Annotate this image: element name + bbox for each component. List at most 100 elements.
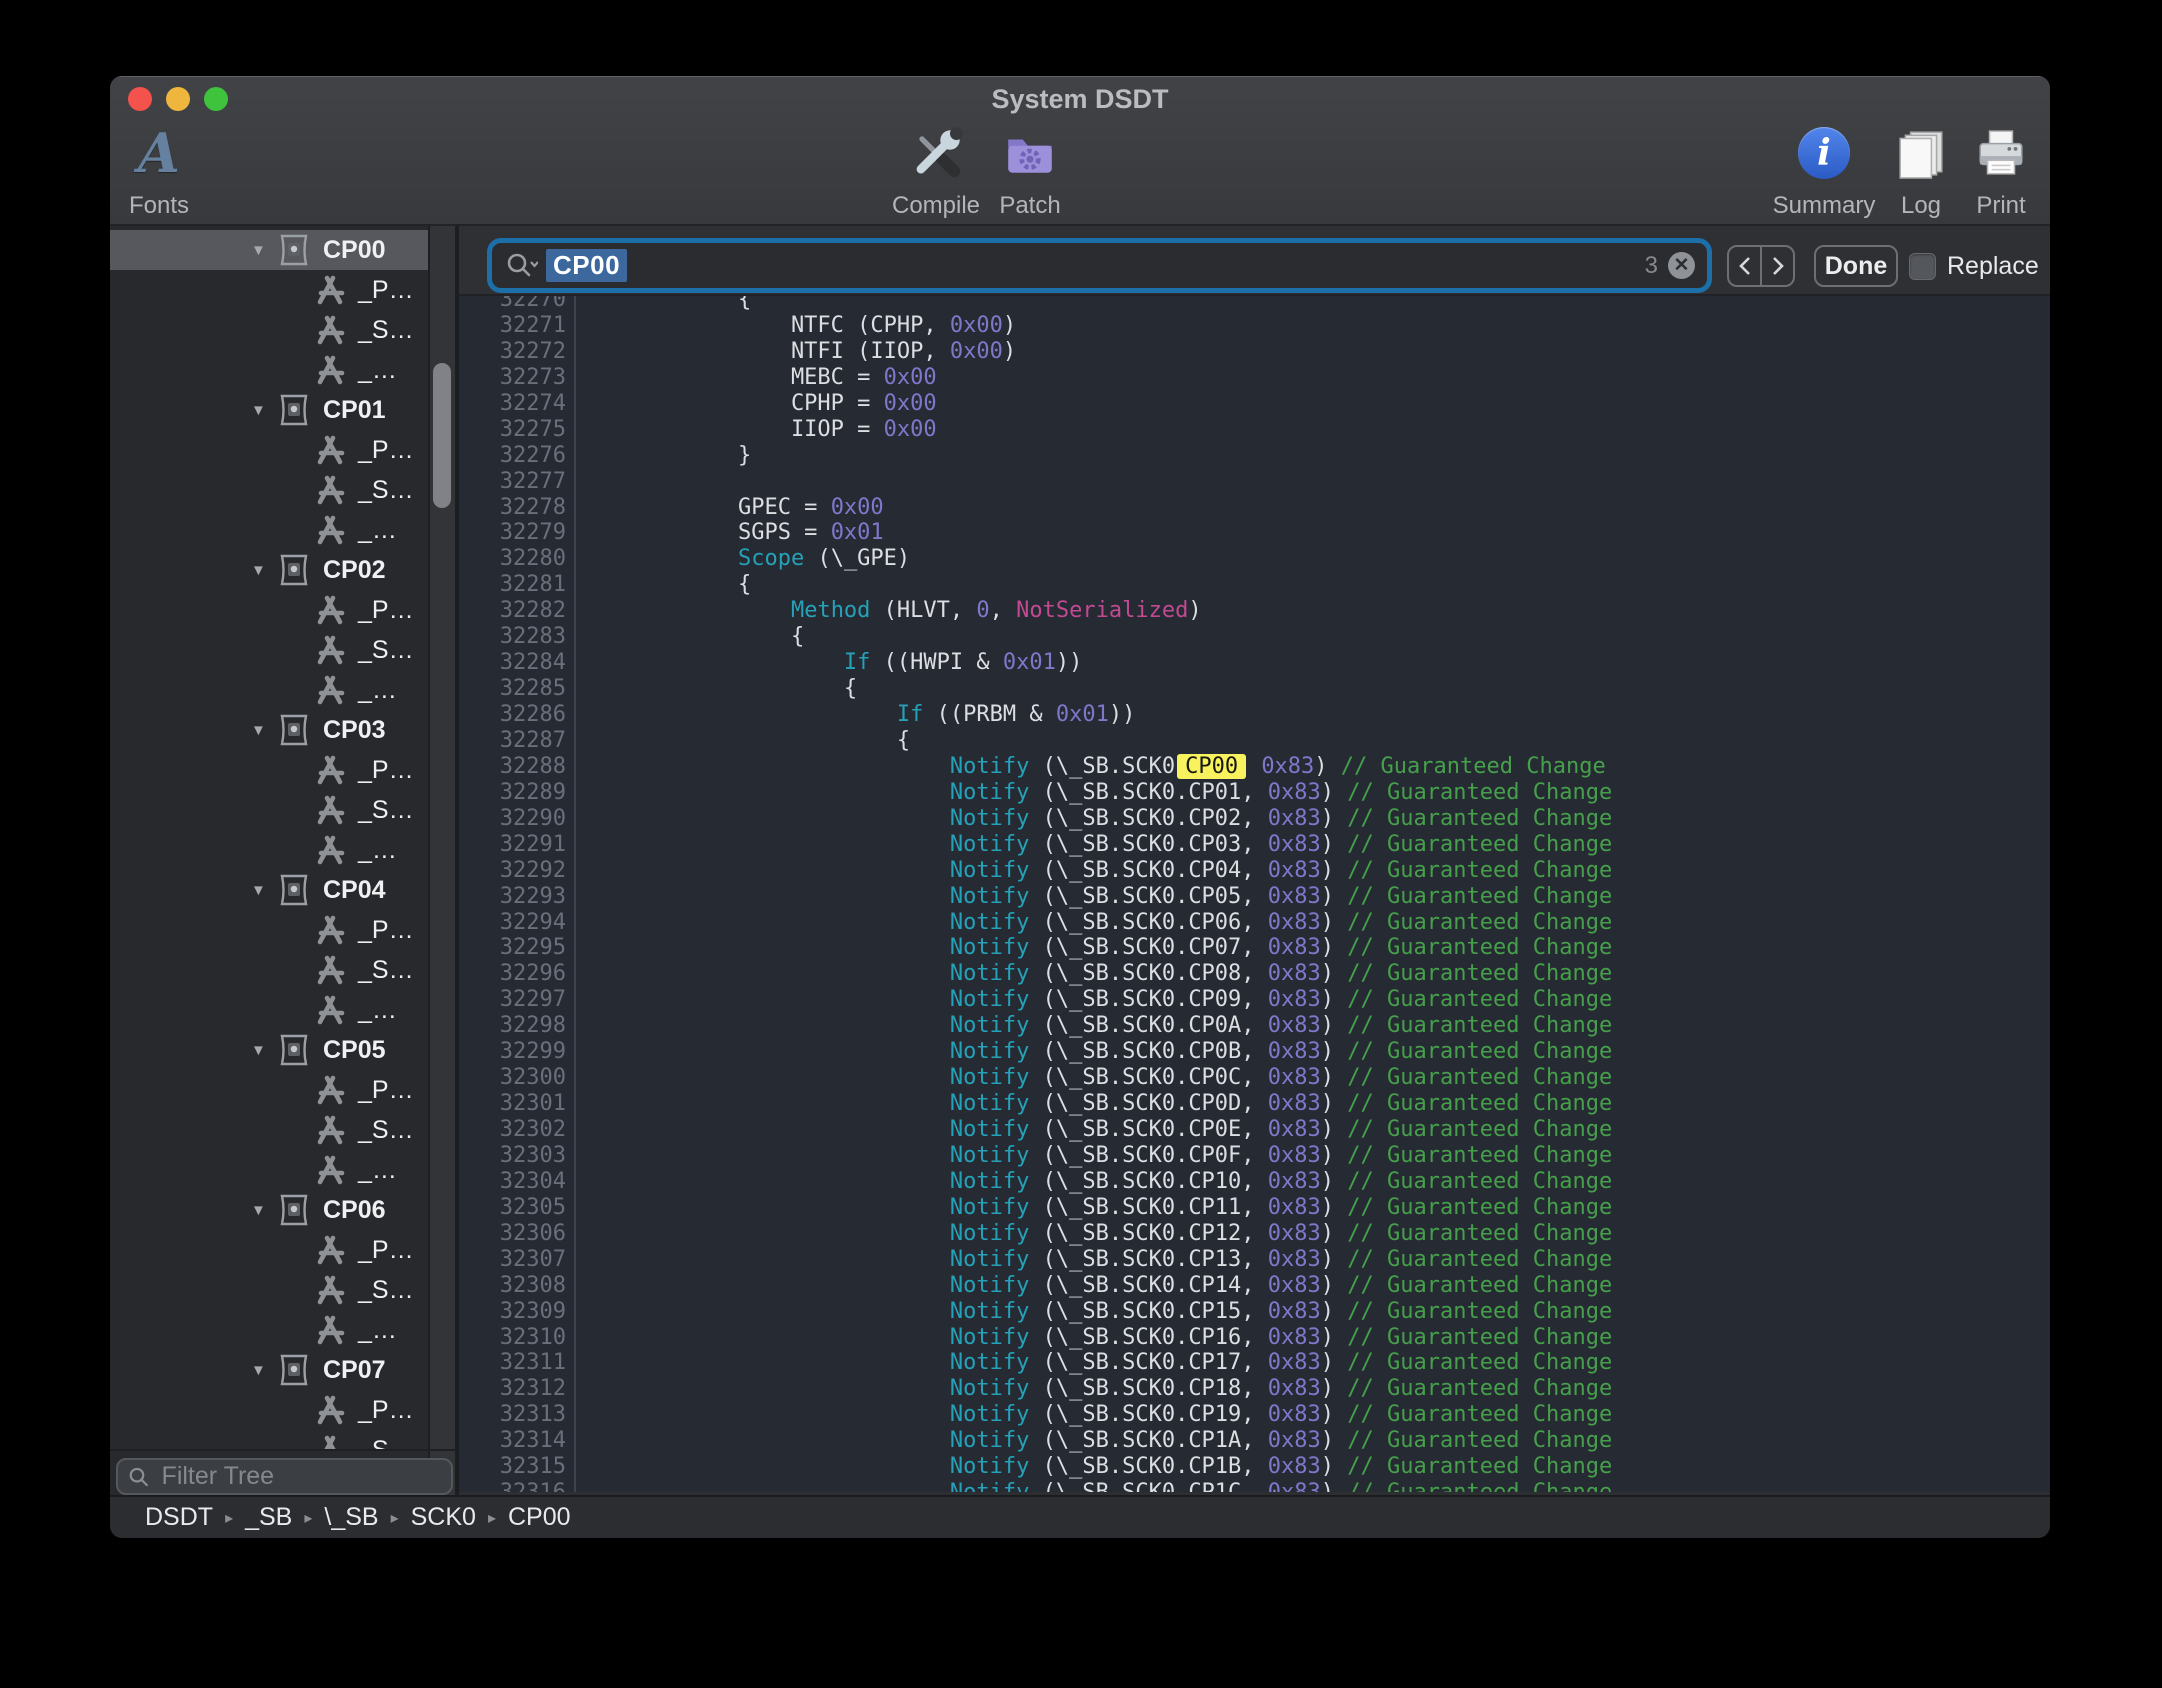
line-number: 32306 bbox=[459, 1221, 576, 1247]
tree-item-label: _… bbox=[358, 1156, 397, 1185]
tree-item-label: _S… bbox=[358, 476, 414, 505]
tree-item-cp03[interactable]: ▼CP03 bbox=[110, 710, 457, 750]
tree-item-method[interactable]: _P… bbox=[110, 590, 457, 630]
tree-item-method[interactable]: _S… bbox=[110, 950, 457, 990]
tree-item-method[interactable]: _… bbox=[110, 510, 457, 550]
breadcrumb-separator-icon: ▸ bbox=[225, 1508, 233, 1528]
tree-item-method[interactable]: _S… bbox=[110, 630, 457, 670]
patch-icon bbox=[1003, 122, 1057, 184]
disclosure-triangle-icon[interactable]: ▼ bbox=[251, 1362, 269, 1379]
tree-item-label: CP07 bbox=[323, 1356, 386, 1385]
tree-item-method[interactable]: _P… bbox=[110, 1230, 457, 1270]
filter-tree-input[interactable] bbox=[160, 1461, 441, 1492]
tree-item-method[interactable]: _S… bbox=[110, 790, 457, 830]
clear-search-icon[interactable]: ✕ bbox=[1668, 252, 1695, 279]
fonts-button[interactable]: A Fonts bbox=[110, 122, 234, 220]
replace-checkbox[interactable] bbox=[1909, 253, 1936, 280]
tree-item-method[interactable]: _P… bbox=[110, 1390, 457, 1430]
tree-item-label: CP02 bbox=[323, 556, 386, 585]
tree-item-method[interactable]: _S… bbox=[110, 1430, 457, 1451]
method-icon bbox=[312, 1234, 348, 1266]
tree-item-cp01[interactable]: ▼CP01 bbox=[110, 390, 457, 430]
code-line: 32287 { bbox=[459, 728, 2050, 754]
code-line: 32306 Notify (\_SB.SCK0.CP12, 0x83) // G… bbox=[459, 1221, 2050, 1247]
tree-item-cp00[interactable]: ▼CP00 bbox=[110, 230, 428, 270]
code-text: Notify (\_SB.SCK0CP00 0x83) // Guarantee… bbox=[576, 754, 1606, 780]
breadcrumb-item-_sb[interactable]: \_SB bbox=[324, 1503, 378, 1532]
disclosure-triangle-icon[interactable]: ▼ bbox=[251, 402, 269, 419]
line-number: 32295 bbox=[459, 935, 576, 961]
tree-item-method[interactable]: _S… bbox=[110, 1270, 457, 1310]
fonts-icon: A bbox=[138, 122, 180, 184]
tree-item-method[interactable]: _P… bbox=[110, 430, 457, 470]
breadcrumb-item-sck0[interactable]: SCK0 bbox=[411, 1503, 476, 1532]
tree-item-method[interactable]: _P… bbox=[110, 910, 457, 950]
tree-item-method[interactable]: _… bbox=[110, 990, 457, 1030]
code-text: Notify (\_SB.SCK0.CP03, 0x83) // Guarant… bbox=[576, 832, 1612, 858]
tree-item-label: _P… bbox=[358, 1236, 414, 1265]
tree-item-label: _P… bbox=[358, 756, 414, 785]
method-icon bbox=[312, 514, 348, 546]
line-number: 32271 bbox=[459, 313, 576, 339]
disclosure-triangle-icon[interactable]: ▼ bbox=[251, 722, 269, 739]
code-text: Notify (\_SB.SCK0.CP0E, 0x83) // Guarant… bbox=[576, 1117, 1612, 1143]
disclosure-triangle-icon[interactable]: ▼ bbox=[251, 242, 269, 259]
tree-item-label: _P… bbox=[358, 596, 414, 625]
breadcrumb-item-cp00[interactable]: CP00 bbox=[508, 1503, 571, 1532]
disclosure-triangle-icon[interactable]: ▼ bbox=[251, 1202, 269, 1219]
search-input[interactable]: CP00 3 ✕ bbox=[487, 238, 1712, 293]
tree-item-method[interactable]: _… bbox=[110, 1150, 457, 1190]
done-button[interactable]: Done bbox=[1814, 245, 1898, 287]
tree-item-cp06[interactable]: ▼CP06 bbox=[110, 1190, 457, 1230]
code-line: 32300 Notify (\_SB.SCK0.CP0C, 0x83) // G… bbox=[459, 1065, 2050, 1091]
code-text: Notify (\_SB.SCK0.CP14, 0x83) // Guarant… bbox=[576, 1273, 1612, 1299]
tree-item-method[interactable]: _… bbox=[110, 670, 457, 710]
line-number: 32315 bbox=[459, 1454, 576, 1480]
tree-item-method[interactable]: _… bbox=[110, 1310, 457, 1350]
toolbar-label: Patch bbox=[999, 192, 1060, 220]
line-number: 32288 bbox=[459, 754, 576, 780]
patch-button[interactable]: Patch bbox=[955, 122, 1105, 220]
disclosure-triangle-icon[interactable]: ▼ bbox=[251, 882, 269, 899]
tree-item-method[interactable]: _P… bbox=[110, 1070, 457, 1110]
tree-item-label: _… bbox=[358, 356, 397, 385]
search-icon[interactable] bbox=[504, 251, 538, 281]
code-line: 32279 SGPS = 0x01 bbox=[459, 520, 2050, 546]
code-line: 32270 { bbox=[459, 296, 2050, 313]
code-editor[interactable]: 32270 {32271 NTFC (CPHP, 0x00)32272 NTFI… bbox=[459, 296, 2050, 1492]
disclosure-triangle-icon[interactable]: ▼ bbox=[251, 562, 269, 579]
code-line: 32302 Notify (\_SB.SCK0.CP0E, 0x83) // G… bbox=[459, 1117, 2050, 1143]
method-icon bbox=[312, 314, 348, 346]
line-number: 32311 bbox=[459, 1350, 576, 1376]
code-text: Notify (\_SB.SCK0.CP0F, 0x83) // Guarant… bbox=[576, 1143, 1612, 1169]
tree-item-label: _S… bbox=[358, 1436, 414, 1452]
method-icon bbox=[312, 674, 348, 706]
tree-item-cp04[interactable]: ▼CP04 bbox=[110, 870, 457, 910]
print-button[interactable]: Print bbox=[1926, 122, 2050, 220]
sidebar-scrollbar-thumb[interactable] bbox=[433, 363, 451, 508]
code-text: MEBC = 0x00 bbox=[576, 365, 937, 391]
tree-item-method[interactable]: _… bbox=[110, 830, 457, 870]
line-number: 32274 bbox=[459, 391, 576, 417]
code-line: 32296 Notify (\_SB.SCK0.CP08, 0x83) // G… bbox=[459, 961, 2050, 987]
code-line: 32310 Notify (\_SB.SCK0.CP16, 0x83) // G… bbox=[459, 1325, 2050, 1351]
tree-item-cp07[interactable]: ▼ CP07 bbox=[110, 1350, 457, 1390]
next-match-button[interactable] bbox=[1762, 247, 1793, 285]
tree-item-method[interactable]: _S… bbox=[110, 310, 457, 350]
tree-item-method[interactable]: _… bbox=[110, 350, 457, 390]
disclosure-triangle-icon[interactable]: ▼ bbox=[251, 1042, 269, 1059]
breadcrumb-item-_sb[interactable]: _SB bbox=[245, 1503, 292, 1532]
previous-match-button[interactable] bbox=[1729, 247, 1762, 285]
tree-item-method[interactable]: _P… bbox=[110, 270, 457, 310]
tree-item-method[interactable]: _P… bbox=[110, 750, 457, 790]
tree-item-method[interactable]: _S… bbox=[110, 1110, 457, 1150]
tree-item-method[interactable]: _S… bbox=[110, 470, 457, 510]
tree-item-cp05[interactable]: ▼CP05 bbox=[110, 1030, 457, 1070]
tree-item-cp02[interactable]: ▼ CP02 bbox=[110, 550, 457, 590]
line-number: 32293 bbox=[459, 884, 576, 910]
code-text: Notify (\_SB.SCK0.CP0A, 0x83) // Guarant… bbox=[576, 1013, 1612, 1039]
filter-tree-field[interactable] bbox=[116, 1458, 453, 1495]
breadcrumb-item-dsdt[interactable]: DSDT bbox=[145, 1503, 213, 1532]
line-number: 32301 bbox=[459, 1091, 576, 1117]
code-text: Notify (\_SB.SCK0.CP0B, 0x83) // Guarant… bbox=[576, 1039, 1612, 1065]
